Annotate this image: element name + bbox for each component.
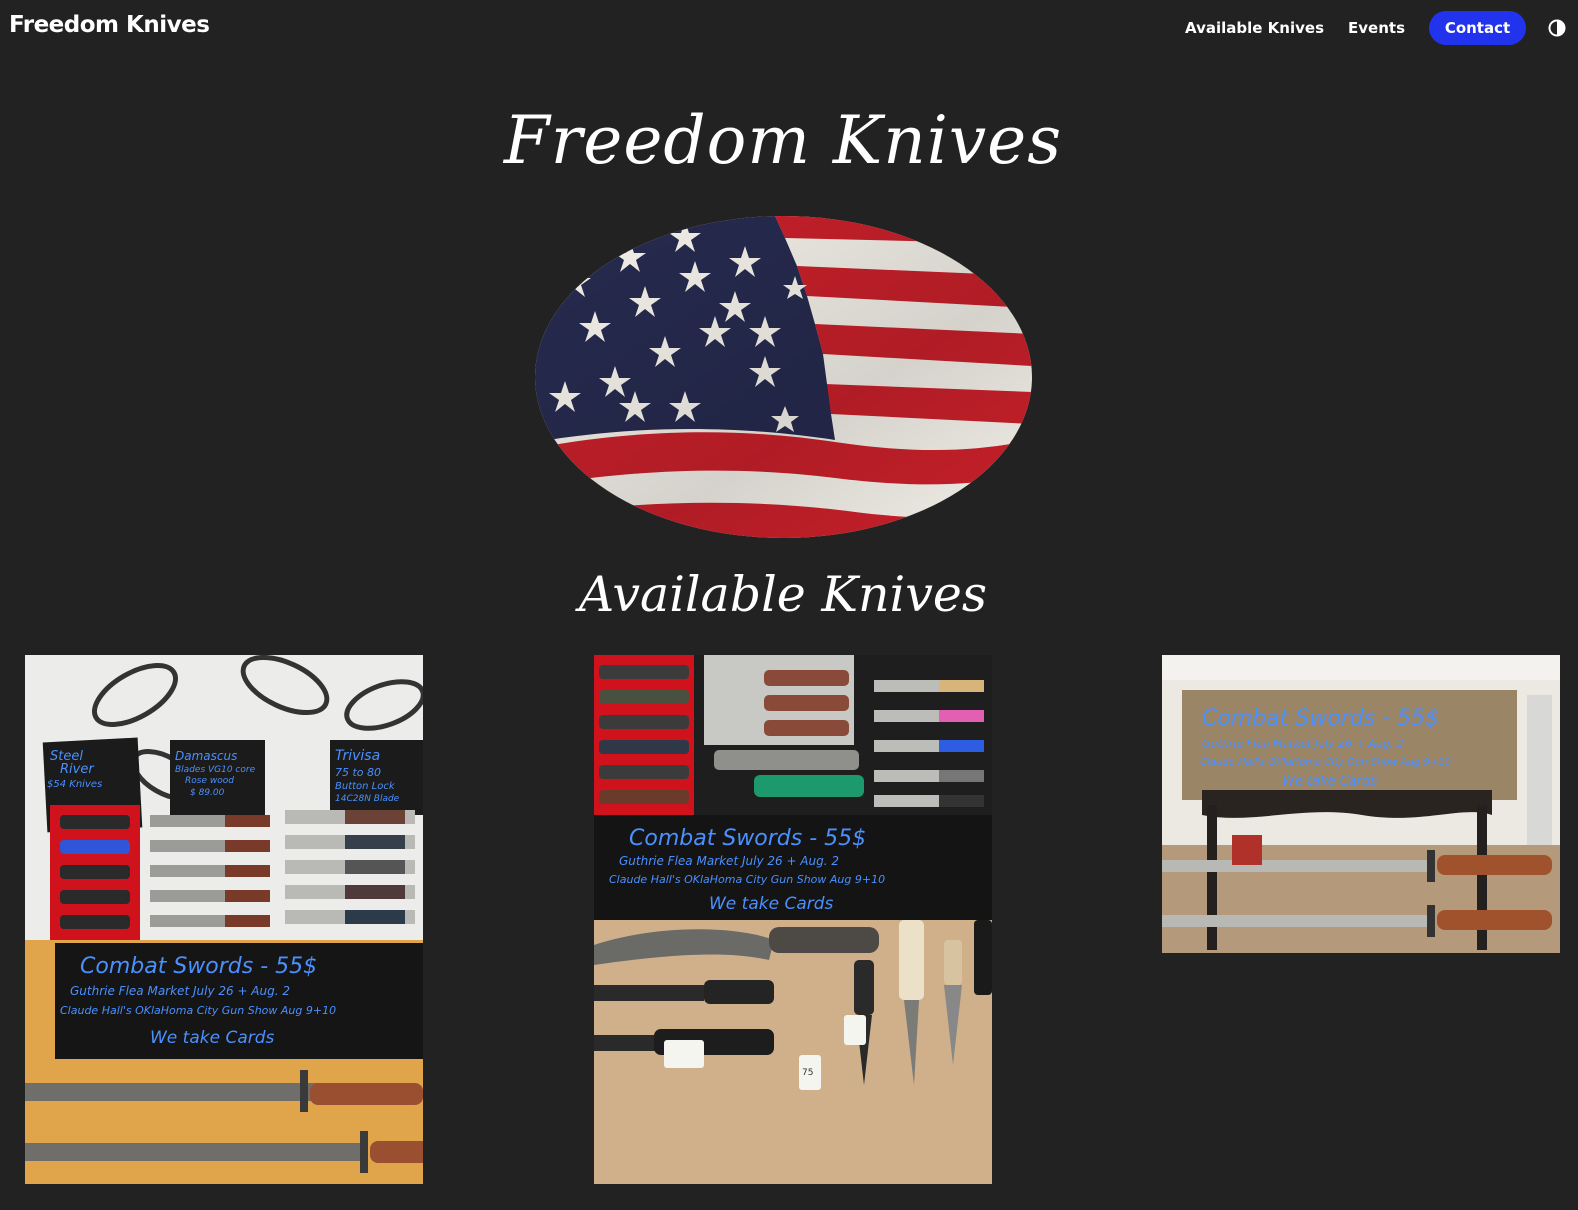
sign-text: $ 89.00: [190, 788, 225, 798]
banner-text: Combat Swords - 55$: [1202, 706, 1439, 731]
banner-text: We take Cards: [1282, 774, 1377, 789]
sign-text: Blades VG10 core: [175, 765, 256, 775]
sign-text: Rose wood: [185, 776, 234, 786]
theme-toggle-icon[interactable]: [1548, 19, 1566, 37]
sign-text: $54 Knives: [47, 779, 102, 790]
main-nav: Available Knives Events Contact: [1185, 11, 1566, 45]
nav-link-available-knives[interactable]: Available Knives: [1185, 19, 1324, 37]
top-navbar: Freedom Knives Available Knives Events C…: [0, 0, 1578, 56]
sign-text: 75 to 80: [335, 766, 381, 779]
banner-text: Claude Hall's OKlaHoma City Gun Show Aug…: [1200, 757, 1451, 768]
banner-text: Combat Swords - 55$: [80, 954, 317, 979]
flag-image: [535, 216, 1032, 538]
gallery-photo-3[interactable]: Combat Swords - 55$ Guthrie Flea Market …: [1162, 655, 1560, 953]
banner-text: Guthrie Flea Market July 26 + Aug. 2: [70, 984, 290, 998]
section-heading-available-knives: Available Knives: [578, 566, 988, 623]
nav-link-events[interactable]: Events: [1348, 19, 1405, 37]
banner-text: We take Cards: [150, 1028, 275, 1048]
gallery-photo-2[interactable]: Combat Swords - 55$ Guthrie Flea Market …: [594, 655, 992, 1184]
sign-text: 14C28N Blade: [335, 794, 400, 804]
banner-text: Guthrie Flea Market July 26 + Aug. 2: [619, 854, 839, 868]
sign-text: River: [60, 762, 95, 777]
banner-text: Claude Hall's OKlaHoma City Gun Show Aug…: [609, 873, 885, 886]
contact-button[interactable]: Contact: [1429, 11, 1526, 45]
brand-logo-link[interactable]: Freedom Knives: [9, 12, 210, 38]
sign-text: Button Lock: [335, 781, 396, 792]
banner-text: We take Cards: [709, 894, 834, 914]
sign-text: Trivisa: [335, 748, 380, 764]
price-tag: 75: [802, 1068, 813, 1078]
banner-text: Claude Hall's OKlaHoma City Gun Show Aug…: [60, 1004, 336, 1017]
sign-text: Damascus: [175, 749, 237, 763]
banner-text: Combat Swords - 55$: [629, 826, 866, 851]
gallery-photo-1[interactable]: Steel River $54 Knives Damascus Blades V…: [25, 655, 423, 1184]
page-title: Freedom Knives: [503, 102, 1063, 179]
banner-text: Guthrie Flea Market July 26 + Aug. 2: [1202, 737, 1404, 750]
